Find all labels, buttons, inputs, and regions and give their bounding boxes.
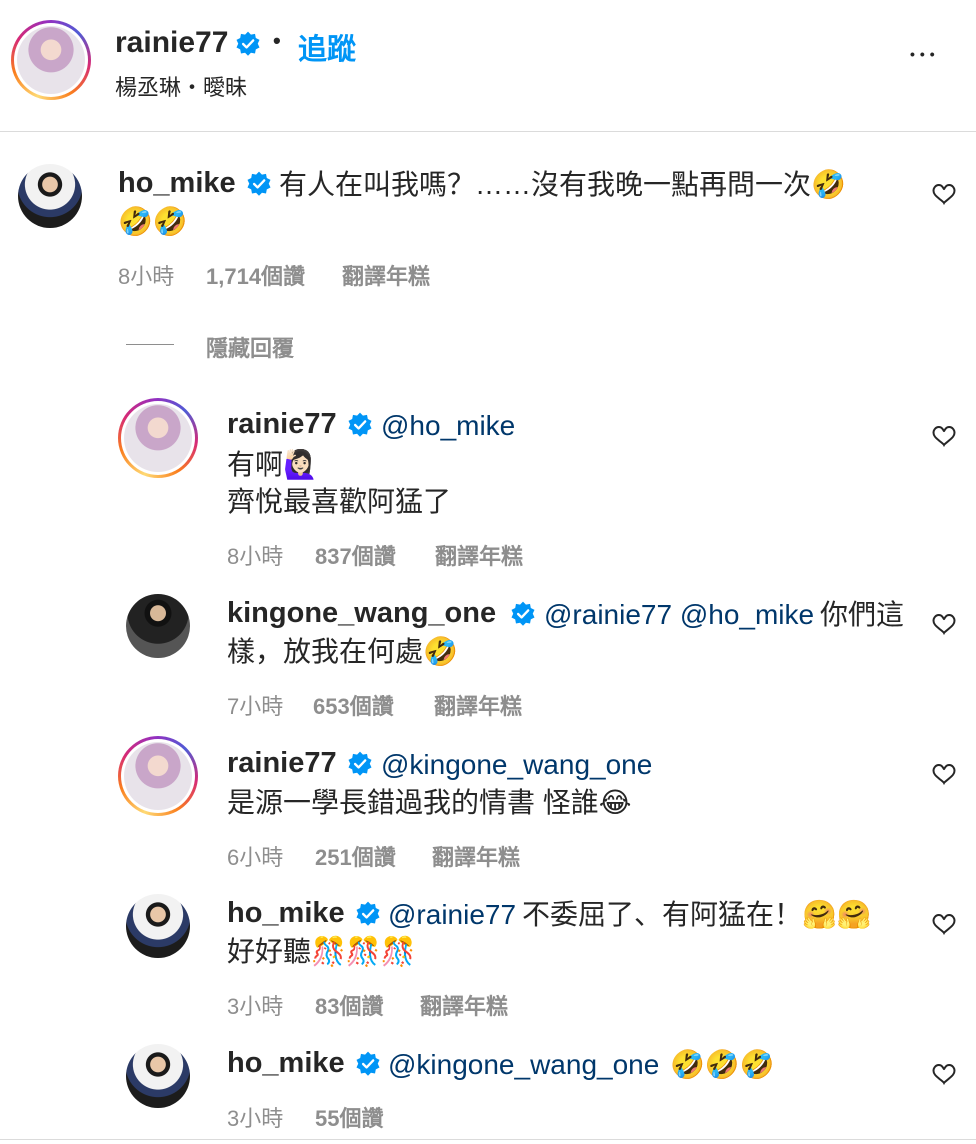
translate-link[interactable]: 翻譯年糕 bbox=[342, 264, 430, 289]
reply-likes[interactable]: 837個讚 bbox=[315, 544, 396, 569]
comment-time[interactable]: 8小時 bbox=[118, 259, 174, 291]
like-heart-icon[interactable] bbox=[931, 612, 957, 636]
verified-badge-icon bbox=[355, 1051, 381, 1077]
more-options-icon[interactable]: ••• bbox=[910, 46, 940, 62]
comment-text-line2: 🤣🤣 bbox=[118, 206, 188, 237]
reply-mention[interactable]: @rainie77 @ho_mike bbox=[544, 596, 814, 634]
avatar[interactable] bbox=[126, 1044, 190, 1108]
post-header: rainie77 • 追蹤 楊丞琳・曖昧 ••• bbox=[0, 0, 976, 132]
reply-likes[interactable]: 83個讚 bbox=[315, 994, 383, 1019]
reply-time[interactable]: 6小時 bbox=[227, 840, 283, 872]
reply-time[interactable]: 8小時 bbox=[227, 539, 283, 571]
reply-mention[interactable]: @kingone_wang_one bbox=[381, 746, 652, 784]
translate-link[interactable]: 翻譯年糕 bbox=[420, 994, 508, 1019]
reply-time[interactable]: 7小時 bbox=[227, 689, 283, 721]
like-heart-icon[interactable] bbox=[931, 762, 957, 786]
reply-time[interactable]: 3小時 bbox=[227, 989, 283, 1021]
verified-badge-icon bbox=[347, 412, 373, 438]
avatar[interactable] bbox=[118, 398, 198, 478]
verified-badge-icon bbox=[355, 901, 381, 927]
comment-likes[interactable]: 1,714個讚 bbox=[206, 264, 305, 289]
comment-text: 有人在叫我嗎？……沒有我晚一點再問一次🤣 bbox=[279, 169, 846, 200]
reply-text: 🤣🤣🤣 bbox=[670, 1049, 775, 1080]
reply-mention[interactable]: @ho_mike bbox=[381, 407, 515, 445]
reply-text-line2: 樣，放我在何處🤣 bbox=[227, 636, 458, 667]
translate-link[interactable]: 翻譯年糕 bbox=[434, 694, 522, 719]
divider bbox=[126, 344, 174, 345]
hide-replies-button[interactable]: 隱藏回覆 bbox=[206, 336, 294, 361]
separator-dot: • bbox=[273, 28, 281, 53]
follow-button[interactable]: 追蹤 bbox=[298, 26, 356, 68]
reply-username[interactable]: kingone_wang_one bbox=[227, 597, 496, 630]
avatar[interactable] bbox=[126, 894, 190, 958]
reply-likes[interactable]: 251個讚 bbox=[315, 845, 396, 870]
like-heart-icon[interactable] bbox=[931, 1062, 957, 1086]
translate-link[interactable]: 翻譯年糕 bbox=[432, 845, 520, 870]
verified-badge-icon bbox=[235, 31, 261, 57]
avatar[interactable] bbox=[126, 594, 190, 658]
avatar[interactable] bbox=[18, 164, 82, 228]
reply-username[interactable]: rainie77 bbox=[227, 747, 337, 780]
reply-username[interactable]: rainie77 bbox=[227, 408, 337, 441]
reply-time[interactable]: 3小時 bbox=[227, 1101, 283, 1133]
reply-text-line3: 齊悅最喜歡阿猛了 bbox=[227, 486, 452, 517]
reply-username[interactable]: ho_mike bbox=[227, 1047, 345, 1080]
verified-badge-icon bbox=[347, 751, 373, 777]
reply-text-line2: 有啊🙋🏻‍♀️ bbox=[227, 449, 318, 480]
reply-text: 不委屈了、有阿猛在！🤗🤗 bbox=[522, 899, 872, 930]
reply-likes[interactable]: 55個讚 bbox=[315, 1106, 383, 1131]
reply-mention[interactable]: @rainie77 bbox=[388, 896, 516, 934]
verified-badge-icon bbox=[510, 601, 536, 627]
reply-username[interactable]: ho_mike bbox=[227, 897, 345, 930]
like-heart-icon[interactable] bbox=[931, 912, 957, 936]
verified-badge-icon bbox=[246, 171, 272, 197]
avatar[interactable] bbox=[118, 736, 198, 816]
bottom-divider bbox=[0, 1139, 976, 1140]
profile-avatar[interactable] bbox=[11, 20, 91, 100]
like-heart-icon[interactable] bbox=[931, 182, 957, 206]
reply-text: 你們這 bbox=[820, 599, 905, 630]
comment-username[interactable]: ho_mike bbox=[118, 167, 236, 200]
like-heart-icon[interactable] bbox=[931, 424, 957, 448]
reply-text-line2: 好好聽🎊🎊🎊 bbox=[227, 936, 416, 967]
header-subtitle[interactable]: 楊丞琳・曖昧 bbox=[115, 70, 247, 102]
reply-mention[interactable]: @kingone_wang_one bbox=[388, 1046, 659, 1084]
header-username[interactable]: rainie77 bbox=[115, 26, 228, 60]
translate-link[interactable]: 翻譯年糕 bbox=[435, 544, 523, 569]
reply-text-line2: 是源一學長錯過我的情書 怪誰😂 bbox=[227, 787, 632, 818]
reply-likes[interactable]: 653個讚 bbox=[313, 694, 394, 719]
